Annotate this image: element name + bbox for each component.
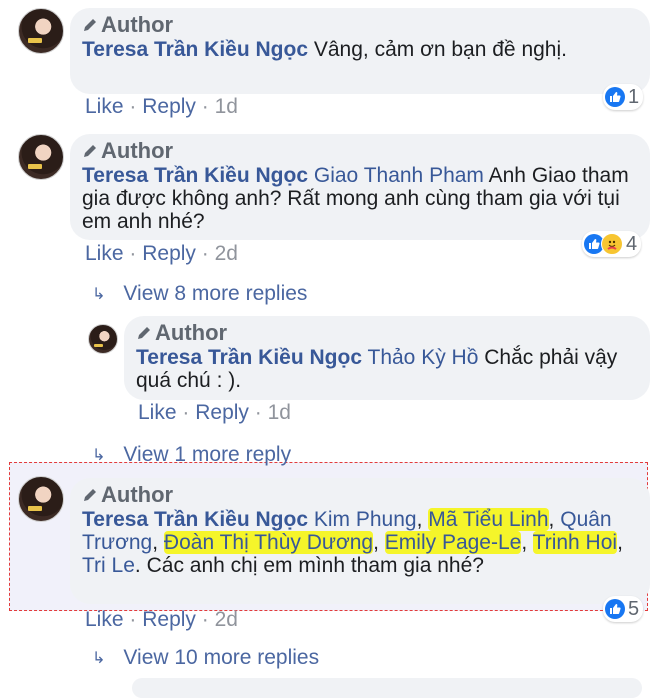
avatar[interactable] [18,134,64,180]
comment-actions: Like · Reply · 1d [138,401,291,424]
author-name[interactable]: Teresa Trần Kiều Ngọc [82,508,308,531]
mention-link[interactable]: Giao Thanh Pham [314,164,484,187]
like-icon [605,87,625,107]
comment-actions: Like · Reply · 1d [85,95,238,118]
comment-actions: Like · Reply · 2d [85,608,238,631]
author-name[interactable]: Teresa Trần Kiều Ngọc [82,164,308,187]
timestamp[interactable]: 1d [215,95,238,118]
view-more-replies[interactable]: ↳ View 1 more reply [92,443,291,467]
avatar[interactable] [18,8,64,54]
reply-link[interactable]: Reply [142,95,196,118]
comment-bubble: Author Teresa Trần Kiều Ngọc Vâng, cảm ơ… [70,8,650,94]
avatar[interactable] [88,324,118,354]
like-link[interactable]: Like [85,242,124,265]
mention-link[interactable]: Kim Phung [314,508,417,531]
comment-actions: Like · Reply · 2d [85,242,238,265]
timestamp[interactable]: 2d [215,608,238,631]
author-name[interactable]: Teresa Trần Kiều Ngọc [82,38,308,61]
pencil-icon [138,327,150,339]
mention-link[interactable]: Mã Tiểu Linh [428,508,549,531]
avatar[interactable] [18,476,64,522]
author-name[interactable]: Teresa Trần Kiều Ngọc [136,346,362,369]
author-badge: Author [136,320,636,346]
reply-link[interactable]: Reply [142,608,196,631]
comment-text: Teresa Trần Kiều Ngọc Giao Thanh Pham An… [82,164,629,233]
comment-text: Teresa Trần Kiều Ngọc Kim Phung, Mã Tiểu… [82,508,623,577]
like-link[interactable]: Like [85,608,124,631]
timestamp[interactable]: 1d [268,401,291,424]
reply-arrow-icon: ↳ [92,286,106,303]
reaction-count[interactable]: 1 [603,84,644,110]
comment-text: Teresa Trần Kiều Ngọc Thảo Kỳ Hồ Chắc ph… [136,346,618,392]
reply-arrow-icon: ↳ [92,447,106,464]
view-more-replies[interactable]: ↳ View 8 more replies [92,282,307,306]
like-link[interactable]: Like [138,401,177,424]
timestamp[interactable]: 2d [215,242,238,265]
like-icon [605,599,625,619]
author-badge: Author [82,138,636,164]
reaction-count[interactable]: 5 [603,596,644,622]
care-emoji-icon [601,233,623,255]
comment-bubble: Author Teresa Trần Kiều Ngọc Thảo Kỳ Hồ … [124,316,650,400]
mention-link[interactable]: Đoàn Thị Thùy Dương [163,531,374,554]
mention-link[interactable]: Tri Le [82,554,135,577]
reply-link[interactable]: Reply [142,242,196,265]
reply-arrow-icon: ↳ [92,650,106,667]
reaction-count[interactable]: 4 [582,231,642,257]
pencil-icon [84,145,96,157]
view-more-replies[interactable]: ↳ View 10 more replies [92,646,319,670]
comment-bubble [132,678,642,698]
reply-link[interactable]: Reply [195,401,249,424]
comment-bubble: Author Teresa Trần Kiều Ngọc Kim Phung, … [70,478,650,604]
author-badge: Author [82,12,636,38]
comment-text: Teresa Trần Kiều Ngọc Vâng, cảm ơn bạn đ… [82,38,567,61]
pencil-icon [84,489,96,501]
like-link[interactable]: Like [85,95,124,118]
comment-bubble: Author Teresa Trần Kiều Ngọc Giao Thanh … [70,134,650,240]
mention-link[interactable]: Trinh Hoi [532,531,618,554]
pencil-icon [84,19,96,31]
author-badge: Author [82,482,636,508]
mention-link[interactable]: Emily Page-Le [384,531,522,554]
mention-link[interactable]: Thảo Kỳ Hồ [368,346,479,369]
